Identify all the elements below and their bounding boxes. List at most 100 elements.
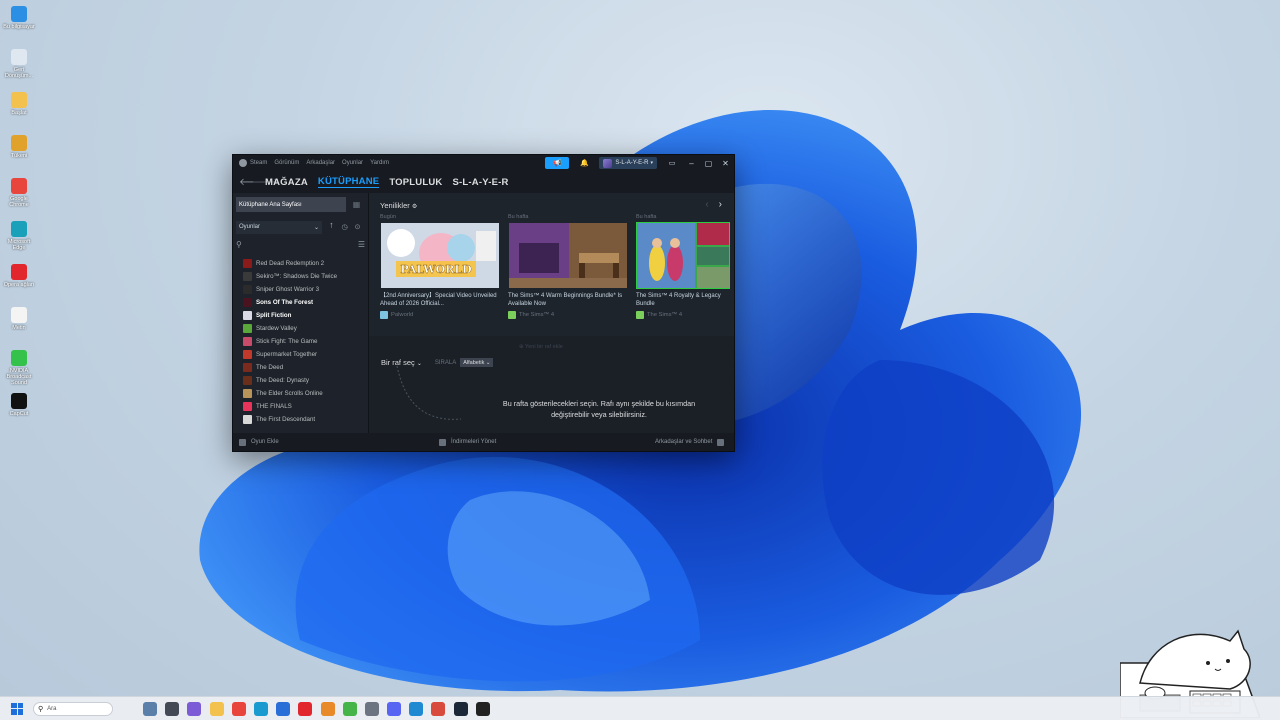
add-game-button[interactable]: Oyun Ekle	[239, 438, 439, 446]
blender-icon[interactable]	[320, 701, 335, 716]
opera-icon	[11, 264, 27, 280]
desktop-icon[interactable]: Google Chrome	[2, 174, 36, 217]
game-list-item[interactable]: Red Dead Redemption 2	[233, 257, 368, 270]
forward-arrow-icon[interactable]: 🡒	[252, 176, 279, 188]
tab-store[interactable]: MAĞAZA	[265, 177, 308, 188]
sort-recent-icon[interactable]: ⭡	[325, 223, 338, 231]
game-list-item[interactable]: Sniper Ghost Warrior 3	[233, 283, 368, 296]
game-list-item[interactable]: The Deed: Dynasty	[233, 374, 368, 387]
game-list-item[interactable]: Stick Fight: The Game	[233, 335, 368, 348]
collection-dropdown[interactable]: Oyunlar ⌄	[236, 220, 322, 234]
news-card[interactable]: Bu hafta The Sims™ 4 Warm Beginnings Bun…	[508, 214, 628, 319]
menu-friends[interactable]: Arkadaşlar	[306, 160, 335, 166]
opera-icon[interactable]	[298, 701, 313, 716]
game-list-item[interactable]: The First Descendant	[233, 413, 368, 426]
gear-icon[interactable]: ⚙	[412, 204, 417, 210]
game-list-item[interactable]: Supermarket Together	[233, 348, 368, 361]
play-filter-icon[interactable]: ⊙	[351, 223, 364, 231]
desktop-icon[interactable]: Opera ağları	[2, 260, 36, 303]
chat-icon	[717, 438, 725, 446]
game-icon	[243, 324, 252, 333]
document-icon	[11, 307, 27, 323]
desktop-icon[interactable]: Geri Dönüşüm...	[2, 45, 36, 88]
news-card-title: 【2nd Anniversary】Special Video Unveiled …	[380, 293, 497, 307]
sort-label: SIRALA	[434, 359, 457, 366]
desktop-icon-label: Tükeni	[10, 153, 28, 159]
menu-view[interactable]: Görünüm	[274, 160, 299, 166]
menu-steam[interactable]: Steam	[250, 160, 267, 166]
user-menu[interactable]: S-L-A-Y-E-R ▾	[599, 157, 657, 169]
epic-icon[interactable]	[475, 701, 490, 716]
copilot-icon[interactable]	[187, 701, 202, 716]
friends-chat-button[interactable]: Arkadaşlar ve Sohbet	[655, 438, 725, 446]
download-icon	[439, 438, 446, 446]
clock-icon[interactable]: ◷	[338, 223, 351, 231]
game-list-item[interactable]: Stardew Valley	[233, 322, 368, 335]
explorer-icon[interactable]	[209, 701, 224, 716]
search-icon[interactable]: ⚲	[236, 240, 242, 249]
desktop-icon[interactable]: Tükeni	[2, 131, 36, 174]
game-list-item[interactable]: Split Fiction	[233, 309, 368, 322]
chrome-alt-icon[interactable]	[431, 701, 446, 716]
news-card[interactable]: Bu hafta The Sims™ 4 Royalty & Legacy Bu…	[636, 214, 732, 319]
desktop-icon[interactable]: Bu bilgisayar	[2, 2, 36, 45]
shelf-message: Bu rafta gösterilecekleri seçin. Rafı ay…	[502, 399, 696, 419]
store-icon[interactable]	[276, 701, 291, 716]
tab-community[interactable]: TOPLULUK	[389, 177, 442, 188]
tab-library[interactable]: KÜTÜPHANE	[317, 176, 380, 188]
filter-icon[interactable]: ☰	[358, 240, 365, 249]
notifications-button[interactable]: 🔔	[573, 157, 595, 169]
friends-chat-label: Arkadaşlar ve Sohbet	[655, 439, 713, 445]
maximize-button[interactable]: ▢	[700, 155, 717, 171]
grid-view-icon[interactable]: ▦	[349, 197, 364, 212]
photos-icon[interactable]	[143, 701, 157, 716]
library-sidebar: Kütüphane Ana Sayfası ▦ Oyunlar ⌄ ⭡ ◷ ⊙ …	[233, 193, 369, 433]
game-icon	[243, 376, 252, 385]
taskbar-search[interactable]: ⚲ Ara	[33, 701, 113, 716]
steam-icon[interactable]	[453, 701, 468, 716]
news-prev-icon[interactable]: ‹	[705, 199, 708, 210]
news-card-date: Bu hafta	[508, 214, 529, 220]
vscode-icon[interactable]	[409, 701, 424, 716]
desktop-icon[interactable]: Başlat	[2, 88, 36, 131]
tab-profile[interactable]: S-L-A-Y-E-R	[453, 177, 509, 188]
game-icon	[243, 311, 252, 320]
desktop-icon[interactable]: Metin	[2, 303, 36, 346]
steam-titlebar: Steam Görünüm Arkadaşlar Oyunlar Yardım …	[233, 155, 734, 171]
close-button[interactable]: ✕	[717, 155, 734, 171]
menu-games[interactable]: Oyunlar	[342, 160, 363, 166]
steam-logo-icon	[239, 159, 247, 167]
start-button[interactable]	[11, 702, 23, 715]
shelf-select[interactable]: Bir raf seç ⌄	[381, 358, 422, 367]
minimize-button[interactable]: –	[683, 155, 700, 171]
desktop-icon[interactable]: NVIDIA Broadcast Sound	[2, 346, 36, 389]
menu-help[interactable]: Yardım	[370, 160, 389, 166]
library-home-button[interactable]: Kütüphane Ana Sayfası	[236, 197, 346, 212]
desktop-icon-label: Microsoft Edge	[7, 239, 31, 251]
broadcast-button[interactable]: 📢	[545, 157, 570, 169]
game-list-item[interactable]: Sons Of The Forest	[233, 296, 368, 309]
discord-icon[interactable]	[387, 701, 402, 716]
desktop-icon[interactable]: Microsoft Edge	[2, 217, 36, 260]
game-list-item[interactable]: The Elder Scrolls Online	[233, 387, 368, 400]
desktop-icon[interactable]: CapCut	[2, 389, 36, 432]
sort-dropdown[interactable]: Alfabetik ⌄	[460, 358, 494, 367]
game-list-item[interactable]: The Deed	[233, 361, 368, 374]
game-name: THE FINALS	[256, 403, 292, 410]
taskbar: ⚲ Ara	[0, 696, 1280, 720]
game-icon	[243, 350, 252, 359]
chrome-icon[interactable]	[231, 701, 246, 716]
news-next-icon[interactable]: ›	[719, 199, 722, 210]
news-card[interactable]: Bugün PALWORLD 【2nd Anniversary】Special …	[380, 214, 500, 319]
downloads-button[interactable]: İndirmeleri Yönet	[439, 438, 655, 446]
game-list-item[interactable]: THE FINALS	[233, 400, 368, 413]
taskview-icon[interactable]	[165, 701, 180, 716]
big-picture-button[interactable]: ▭	[661, 157, 683, 169]
settings-icon[interactable]	[364, 701, 379, 716]
back-arrow-icon[interactable]: 🡐	[239, 176, 266, 188]
search-icon: ⚲	[38, 705, 44, 713]
edge-icon[interactable]	[253, 701, 268, 716]
nvidia-icon[interactable]	[342, 701, 357, 716]
game-list-item[interactable]: Sekiro™: Shadows Die Twice	[233, 270, 368, 283]
add-shelf-button[interactable]: ⊕ Yeni bir raf ekle	[519, 344, 563, 350]
